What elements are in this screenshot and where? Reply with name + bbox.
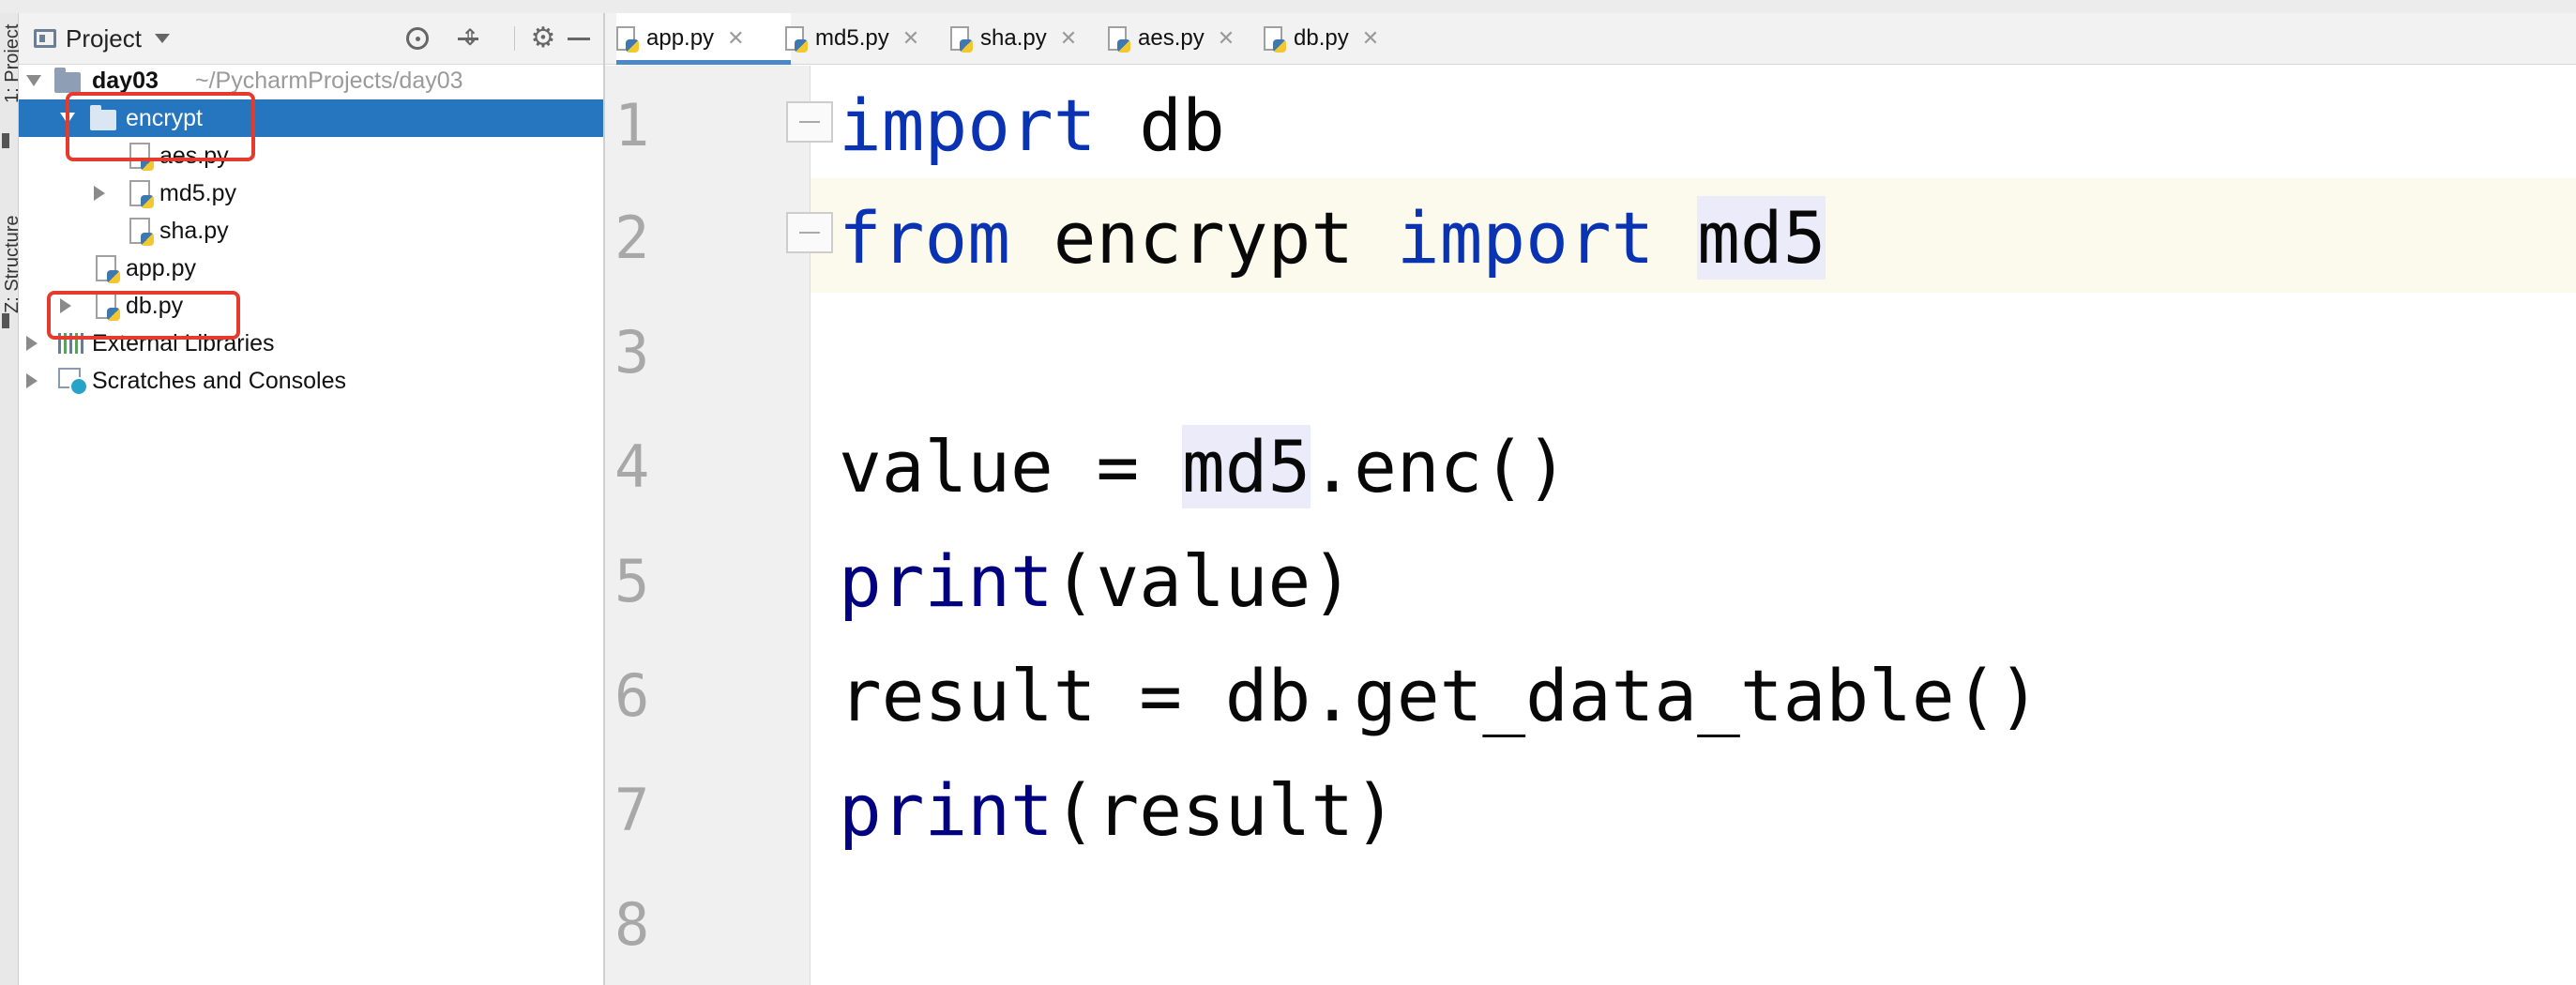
code-token: .enc() [1311, 425, 1568, 508]
tool-window-strip: 1: Project Z: Structure [0, 13, 23, 985]
code-line-7: print(result) [839, 754, 1397, 867]
python-file-icon [950, 26, 973, 53]
tab-aes[interactable]: aes.py ✕ [1108, 13, 1235, 64]
tab-db[interactable]: db.py ✕ [1264, 13, 1379, 64]
crosshair-icon [406, 27, 429, 50]
highlighted-identifier: md5 [1697, 196, 1826, 280]
navigation-bar [0, 0, 2576, 14]
tree-item-label: Scratches and Consoles [92, 367, 346, 394]
python-file-icon [1108, 26, 1130, 53]
tab-sha[interactable]: sha.py ✕ [950, 13, 1077, 64]
scratches-icon [58, 368, 88, 396]
tab-label: md5.py [815, 25, 889, 51]
tab-label: sha.py [980, 25, 1047, 51]
project-panel-header: Project ⚙ [19, 13, 603, 65]
python-file-icon [96, 255, 120, 283]
expand-arrow-icon[interactable] [26, 336, 38, 351]
code-token: (result) [1053, 768, 1397, 852]
code-token: value = [839, 425, 1183, 508]
tree-item-scratches[interactable]: Scratches and Consoles [19, 362, 603, 400]
tab-label: aes.py [1138, 25, 1205, 51]
builtin-token: print [839, 539, 1053, 623]
code-token: result = db.get_data_table() [839, 654, 2041, 737]
editor-tab-bar: app.py ✕ md5.py ✕ sha.py ✕ aes.py ✕ db.p… [605, 13, 2576, 65]
code-token: db [1096, 83, 1225, 167]
tree-item-label: app.py [126, 254, 197, 281]
minimize-icon [568, 37, 590, 40]
python-file-icon [129, 180, 154, 208]
gear-icon: ⚙ [530, 23, 556, 53]
project-panel: Project ⚙ day03 ~/PycharmProjects/day03 [19, 13, 605, 985]
line-number: 7 [614, 776, 650, 844]
close-icon[interactable]: ✕ [1218, 26, 1235, 51]
expand-arrow-icon[interactable] [94, 186, 105, 201]
close-icon[interactable]: ✕ [1362, 26, 1379, 51]
expand-arrow-icon[interactable] [26, 75, 41, 86]
line-number: 4 [614, 432, 650, 501]
fold-marker-icon[interactable] [786, 101, 835, 150]
python-file-icon [1264, 26, 1286, 53]
code-line-4: value = md5.enc() [839, 411, 1568, 523]
root-folder-name: day03 [92, 67, 159, 94]
hide-panel-button[interactable] [565, 24, 593, 53]
line-number: 1 [614, 91, 650, 159]
tree-item-label: sha.py [159, 217, 229, 244]
tab-app[interactable]: app.py ✕ [616, 13, 791, 65]
close-icon[interactable]: ✕ [902, 26, 919, 51]
close-icon[interactable]: ✕ [727, 26, 744, 51]
chevron-down-icon [154, 34, 170, 43]
annotation-box-db [47, 291, 240, 340]
project-view-selector[interactable]: Project [34, 23, 170, 54]
tab-md5[interactable]: md5.py ✕ [785, 13, 919, 64]
keyword-token: from [839, 196, 1011, 280]
line-number: 8 [614, 890, 650, 959]
line-number: 5 [614, 547, 650, 615]
fold-marker-icon[interactable] [786, 212, 835, 261]
code-line-2: from encrypt import md5 [839, 182, 1826, 295]
python-file-icon [616, 26, 639, 53]
line-number: 6 [614, 661, 650, 730]
python-file-icon [129, 218, 154, 246]
folder-icon [54, 68, 81, 93]
locate-file-button[interactable] [403, 24, 432, 53]
keyword-token: import [839, 83, 1097, 167]
tree-item-app[interactable]: app.py [19, 250, 603, 287]
builtin-token: print [839, 768, 1053, 852]
code-line-5: print(value) [839, 525, 1354, 638]
keyword-token: import [1396, 196, 1655, 280]
collapse-all-icon [458, 23, 479, 53]
project-panel-title: Project [66, 23, 142, 53]
highlighted-identifier: md5 [1182, 425, 1311, 508]
line-number: 3 [614, 318, 650, 386]
project-icon [34, 29, 56, 48]
code-line-6: result = db.get_data_table() [839, 640, 2040, 752]
tree-item-md5[interactable]: md5.py [19, 174, 603, 212]
annotation-box-encrypt [66, 92, 255, 161]
line-number: 2 [614, 204, 650, 272]
structure-tool-indicator [2, 313, 9, 328]
collapse-all-button[interactable] [454, 23, 482, 53]
code-token: (value) [1053, 539, 1355, 623]
expand-arrow-icon[interactable] [26, 373, 38, 388]
close-icon[interactable]: ✕ [1060, 26, 1077, 51]
tab-label: db.py [1294, 25, 1349, 51]
tab-label: app.py [646, 25, 715, 51]
project-tool-indicator [2, 133, 9, 148]
settings-button[interactable]: ⚙ [529, 24, 557, 53]
code-token: encrypt [1010, 196, 1397, 280]
tree-item-label: md5.py [159, 179, 236, 206]
tree-item-sha[interactable]: sha.py [19, 212, 603, 250]
python-file-icon [785, 26, 808, 53]
root-folder-path: ~/PycharmProjects/day03 [195, 67, 463, 94]
code-line-1: import db [839, 69, 1225, 182]
header-divider [514, 26, 515, 51]
